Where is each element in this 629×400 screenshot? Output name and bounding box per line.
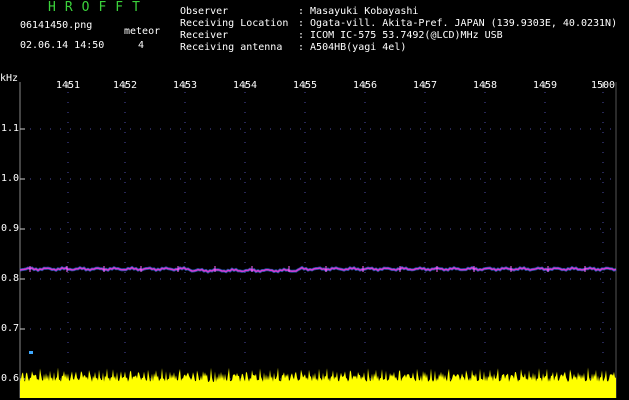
y-tick-label: 0.7 xyxy=(1,323,20,334)
noise-floor xyxy=(20,367,616,398)
y-tick-label: 0.9 xyxy=(1,223,20,234)
x-tick-label: 1500 xyxy=(590,80,616,91)
x-tick-label: 1456 xyxy=(352,80,378,91)
x-tick-label: 1459 xyxy=(532,80,558,91)
x-tick-label: 1453 xyxy=(172,80,198,91)
y-tick-label: 1.0 xyxy=(1,173,20,184)
y-tick-label: 1.1 xyxy=(1,123,20,134)
x-tick-label: 1457 xyxy=(412,80,438,91)
spectrogram-plot xyxy=(19,82,617,398)
x-tick-label: 1452 xyxy=(112,80,138,91)
x-tick-label: 1451 xyxy=(55,80,81,91)
meteor-echo xyxy=(29,351,33,354)
y-tick-label: 0.8 xyxy=(1,273,20,284)
x-tick-label: 1458 xyxy=(472,80,498,91)
x-tick-label: 1454 xyxy=(232,80,258,91)
y-tick-label: 0.6 xyxy=(1,373,20,384)
x-tick-label: 1455 xyxy=(292,80,318,91)
y-unit-label: kHz xyxy=(0,73,19,84)
